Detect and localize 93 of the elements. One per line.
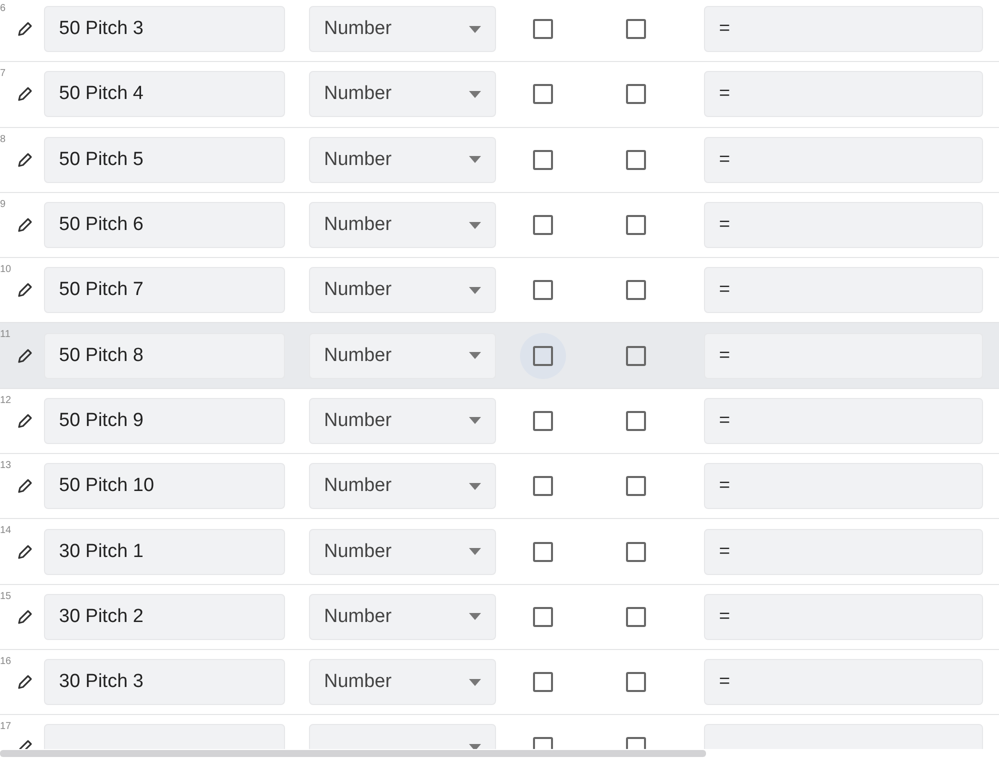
pencil-icon[interactable] — [17, 608, 33, 625]
name-field[interactable]: 30 Pitch 3 — [44, 659, 285, 706]
name-field[interactable]: 50 Pitch 7 — [44, 267, 285, 314]
row-number: 8 — [0, 134, 6, 145]
checkbox[interactable] — [533, 150, 553, 170]
pencil-icon[interactable] — [17, 544, 33, 560]
pencil-icon[interactable] — [17, 674, 33, 690]
name-field[interactable]: 50 Pitch 8 — [44, 332, 285, 379]
checkbox[interactable] — [626, 476, 646, 496]
row-number: 9 — [0, 198, 6, 210]
checkbox[interactable] — [626, 346, 646, 366]
row-number: 11 — [0, 329, 10, 340]
checkbox[interactable] — [626, 280, 646, 300]
type-dropdown[interactable]: Number — [309, 528, 496, 575]
name-field[interactable]: 50 Pitch 4 — [44, 71, 285, 118]
caret-icon — [469, 286, 481, 294]
name-field[interactable]: 50 Pitch 3 — [44, 6, 285, 52]
caret-icon — [469, 156, 481, 164]
formula-field[interactable]: = — [704, 594, 983, 640]
formula-field[interactable]: = — [704, 136, 983, 183]
name-field[interactable]: 50 Pitch 5 — [44, 136, 285, 183]
checkbox[interactable] — [626, 215, 646, 236]
table-row[interactable]: 8 50 Pitch 5 Number = — [0, 128, 999, 193]
row-number: 15 — [0, 590, 12, 602]
checkbox[interactable] — [533, 346, 553, 366]
pencil-icon[interactable] — [17, 217, 33, 234]
checkbox[interactable] — [533, 672, 553, 692]
horizontal-scrollbar[interactable] — [0, 750, 706, 757]
type-dropdown[interactable]: Number — [309, 6, 496, 52]
row-number: 7 — [0, 68, 6, 80]
checkbox[interactable] — [533, 476, 553, 496]
name-field[interactable]: 50 Pitch 9 — [44, 398, 285, 444]
name-field[interactable]: 50 Pitch 6 — [44, 202, 285, 248]
type-dropdown[interactable]: Number — [309, 594, 496, 640]
caret-icon — [469, 90, 481, 98]
name-field[interactable]: 50 Pitch 10 — [44, 463, 285, 510]
type-dropdown[interactable]: Number — [309, 202, 496, 248]
formula-field[interactable]: = — [704, 6, 983, 52]
caret-icon — [469, 482, 481, 490]
checkbox[interactable] — [533, 215, 553, 236]
caret-icon — [469, 26, 481, 33]
row-number: 16 — [0, 656, 12, 667]
row-number: 13 — [0, 460, 12, 472]
checkbox[interactable] — [533, 280, 553, 300]
type-dropdown[interactable]: Number — [309, 463, 496, 510]
row-number: 12 — [0, 394, 12, 406]
pencil-icon[interactable] — [17, 282, 33, 298]
type-dropdown[interactable]: Number — [309, 136, 496, 183]
formula-field[interactable]: = — [704, 659, 983, 706]
pencil-icon[interactable] — [17, 86, 33, 102]
caret-icon — [469, 417, 481, 424]
checkbox[interactable] — [626, 542, 646, 562]
type-dropdown[interactable]: Number — [309, 71, 496, 118]
checkbox[interactable] — [533, 19, 553, 40]
row-number: 6 — [0, 3, 6, 14]
checkbox[interactable] — [533, 84, 553, 104]
formula-field[interactable]: = — [704, 267, 983, 314]
checkbox[interactable] — [533, 542, 553, 562]
formula-field[interactable]: = — [704, 202, 983, 248]
checkbox[interactable] — [626, 606, 646, 627]
formula-field[interactable]: = — [704, 398, 983, 444]
table-row[interactable]: 11 50 Pitch 8 Number = — [0, 323, 999, 389]
checkbox[interactable] — [533, 606, 553, 627]
pencil-icon[interactable] — [17, 412, 33, 429]
checkbox[interactable] — [626, 84, 646, 104]
formula-field[interactable]: = — [704, 332, 983, 379]
table-row[interactable]: 15 30 Pitch 2 Number = — [0, 584, 999, 650]
type-dropdown[interactable]: Number — [309, 332, 496, 379]
checkbox[interactable] — [626, 19, 646, 40]
name-field[interactable]: 30 Pitch 1 — [44, 528, 285, 575]
checkbox[interactable] — [626, 672, 646, 692]
row-number: 10 — [0, 264, 12, 276]
caret-icon — [469, 613, 481, 620]
type-dropdown[interactable]: Number — [309, 398, 496, 444]
formula-field[interactable]: = — [704, 528, 983, 575]
checkbox[interactable] — [533, 410, 553, 431]
formula-field[interactable]: = — [704, 71, 983, 118]
caret-icon — [469, 678, 481, 686]
pencil-icon[interactable] — [17, 478, 33, 494]
formula-field[interactable]: = — [704, 463, 983, 510]
caret-icon — [469, 548, 481, 556]
checkbox[interactable] — [626, 150, 646, 170]
pencil-icon[interactable] — [17, 152, 33, 168]
type-dropdown[interactable]: Number — [309, 659, 496, 706]
checkbox[interactable] — [626, 410, 646, 431]
pencil-icon[interactable] — [17, 21, 33, 38]
row-number: 14 — [0, 525, 12, 536]
type-dropdown[interactable]: Number — [309, 267, 496, 314]
row-number: 17 — [0, 721, 12, 732]
pencil-icon[interactable] — [17, 348, 33, 364]
name-field[interactable]: 30 Pitch 2 — [44, 594, 285, 640]
caret-icon — [469, 222, 481, 229]
caret-icon — [469, 352, 481, 360]
